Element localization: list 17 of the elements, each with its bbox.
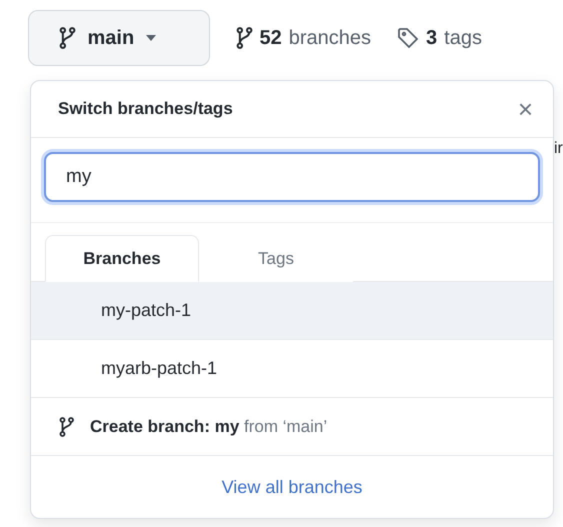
view-all-branches-link[interactable]: View all branches — [222, 476, 362, 498]
panel-title: Switch branches/tags — [58, 99, 233, 119]
create-branch-item[interactable]: Create branch: my from ‘main’ — [90, 416, 328, 436]
tags-link[interactable]: 3 tags — [397, 26, 482, 50]
tab[interactable]: Branches — [45, 235, 199, 282]
close-button[interactable]: × — [518, 96, 533, 122]
branches-link[interactable]: 52 branches — [236, 26, 372, 50]
search-field[interactable]: my — [44, 152, 540, 202]
tag-icon — [397, 27, 420, 49]
branch-item[interactable]: myarb-patch-1 — [31, 340, 553, 398]
branch-select-button[interactable]: main — [28, 10, 210, 66]
background-text: ir — [554, 140, 563, 158]
branch-icon — [59, 27, 76, 49]
branch-item[interactable]: my-patch-1 — [31, 282, 553, 340]
branch-icon — [236, 27, 252, 49]
caret-icon — [146, 35, 156, 41]
branch-icon — [59, 416, 74, 436]
